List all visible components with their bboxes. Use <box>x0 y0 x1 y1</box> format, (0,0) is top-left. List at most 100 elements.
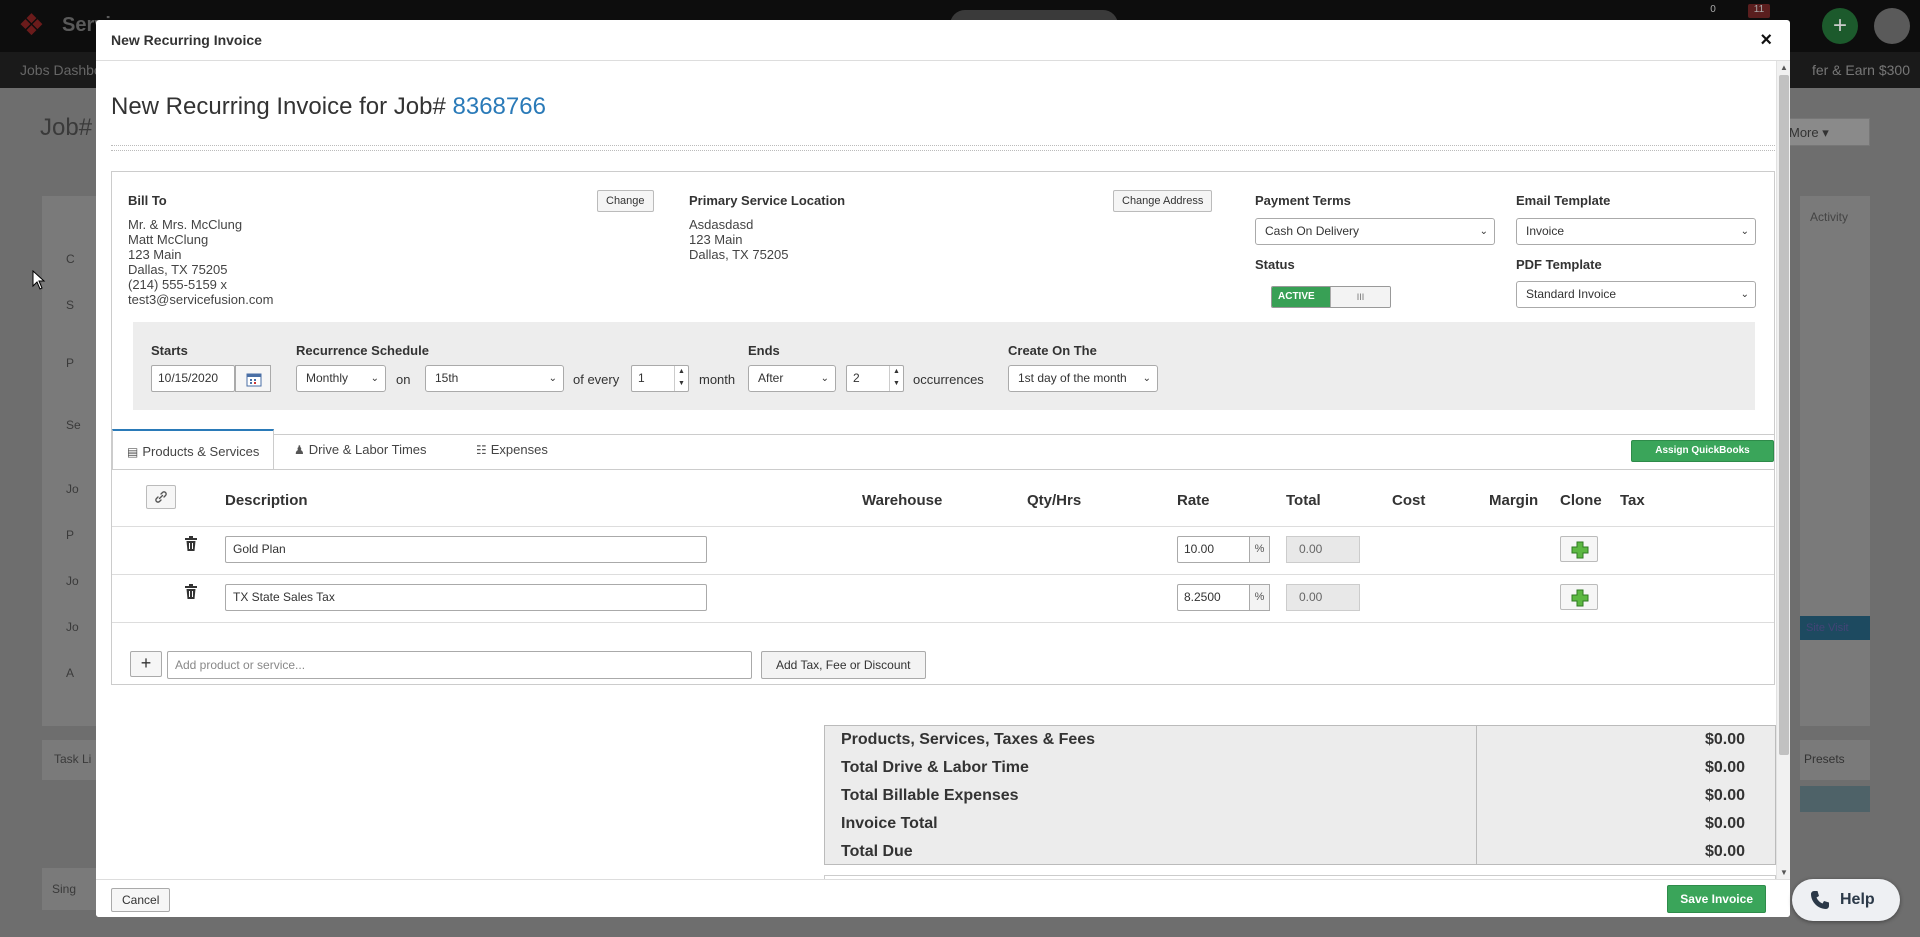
close-icon[interactable]: × <box>1760 29 1772 52</box>
interval-stepper[interactable]: ▲ ▼ <box>674 366 688 391</box>
avatar <box>1874 8 1910 44</box>
tab-products-services[interactable]: ▤ Products & Services <box>112 429 275 469</box>
rate-input[interactable]: 10.00 <box>1177 536 1250 563</box>
help-button[interactable]: Help <box>1792 879 1900 921</box>
cart-icon: ☷ <box>476 443 487 457</box>
side-item: P <box>66 356 75 370</box>
interval-input[interactable]: 1 ▲ ▼ <box>631 365 689 392</box>
calendar-icon <box>246 373 262 387</box>
of-every-text: of every <box>573 372 620 387</box>
clone-button[interactable] <box>1560 584 1598 610</box>
job-page-title: Job# <box>40 114 93 141</box>
create-on-select[interactable]: 1st day of the month ⌄ <box>1008 365 1158 392</box>
occurrences-input[interactable]: 2 ▲ ▼ <box>846 365 904 392</box>
column-clone: Clone <box>1560 492 1602 509</box>
rate-input[interactable]: 8.2500 <box>1177 584 1250 611</box>
description-input[interactable]: Gold Plan <box>225 536 707 563</box>
totals-label: Total Due <box>841 843 913 860</box>
service-location-label: Primary Service Location <box>689 193 846 208</box>
side-item: S <box>66 298 75 312</box>
chevron-down-icon: ⌄ <box>1479 226 1488 237</box>
change-bill-to-button[interactable]: Change <box>597 190 654 212</box>
modal-header: New Recurring Invoice × <box>96 20 1790 61</box>
link-button[interactable] <box>146 485 176 509</box>
toggle-knob: III <box>1330 287 1390 307</box>
totals-divider <box>1476 726 1477 864</box>
new-recurring-invoice-modal: New Recurring Invoice × New Recurring In… <box>96 20 1790 917</box>
add-product-input[interactable]: Add product or service... <box>167 651 752 679</box>
phone-icon <box>1811 891 1829 909</box>
starts-label: Starts <box>151 343 188 358</box>
save-invoice-button[interactable]: Save Invoice <box>1667 885 1766 913</box>
column-rate: Rate <box>1177 492 1210 509</box>
pdf-template-select[interactable]: Standard Invoice ⌄ <box>1516 281 1756 308</box>
service-location-address: Asdasdasd 123 Main Dallas, TX 75205 <box>689 217 789 262</box>
modal-body: New Recurring Invoice for Job# 8368766 B… <box>96 61 1790 879</box>
add-line-plus-button[interactable]: + <box>130 651 162 677</box>
column-margin: Margin <box>1489 492 1539 509</box>
clipboard-icon: ▤ <box>127 445 139 459</box>
row-divider <box>112 526 1774 527</box>
tab-expenses[interactable]: ☷ Expenses <box>462 429 562 469</box>
totals-value: $0.00 <box>1704 815 1745 832</box>
totals-value: $0.00 <box>1704 731 1745 748</box>
chevron-down-icon: ⌄ <box>1142 373 1151 384</box>
status-label: Status <box>1255 257 1295 272</box>
page-title: New Recurring Invoice for Job# 8368766 <box>111 93 546 120</box>
job-number-link[interactable]: 8368766 <box>453 93 546 120</box>
divider <box>111 145 1775 151</box>
presets-bar <box>1800 786 1870 812</box>
scroll-up-icon[interactable]: ▲ <box>1780 63 1788 72</box>
column-tax: Tax <box>1620 492 1645 509</box>
trash-icon[interactable] <box>184 536 198 552</box>
description-input[interactable]: TX State Sales Tax <box>225 584 707 611</box>
tab-drive-labor-times[interactable]: ♟ Drive & Labor Times <box>280 429 441 469</box>
chevron-down-icon: ⌄ <box>1740 289 1749 300</box>
start-date-input[interactable]: 10/15/2020 <box>151 365 235 392</box>
email-template-select[interactable]: Invoice ⌄ <box>1516 218 1756 245</box>
calendar-button[interactable] <box>235 365 271 392</box>
totals-label: Invoice Total <box>841 815 938 832</box>
logo-icon: ❖ <box>18 9 45 42</box>
side-item: Se <box>66 418 81 432</box>
ends-select[interactable]: After ⌄ <box>748 365 836 392</box>
month-text: month <box>699 372 736 387</box>
add-tax-fee-discount-button[interactable]: Add Tax, Fee or Discount <box>761 651 926 679</box>
users-icon: ♟ <box>294 443 305 457</box>
cancel-button[interactable]: Cancel <box>111 888 171 912</box>
column-qty-hrs: Qty/Hrs <box>1027 492 1082 509</box>
clone-button[interactable] <box>1560 536 1598 562</box>
scroll-thumb[interactable] <box>1779 75 1789 755</box>
presets-panel: Presets <box>1800 740 1870 780</box>
occurrences-stepper[interactable]: ▲ ▼ <box>889 366 903 391</box>
site-visit-button: Site Visit <box>1800 616 1870 640</box>
ends-label: Ends <box>748 343 780 358</box>
activity-panel <box>1800 196 1870 726</box>
totals-value: $0.00 <box>1704 759 1745 776</box>
on-text: on <box>396 372 411 387</box>
row-divider <box>112 574 1774 575</box>
side-item: Jo <box>66 620 79 634</box>
email-template-label: Email Template <box>1516 193 1611 208</box>
column-warehouse: Warehouse <box>862 492 943 509</box>
activity-label: Activity <box>1810 210 1849 224</box>
payment-terms-select[interactable]: Cash On Delivery ⌄ <box>1255 218 1495 245</box>
trash-icon[interactable] <box>184 584 198 600</box>
day-select[interactable]: 15th ⌄ <box>425 365 564 392</box>
row-divider <box>112 622 1774 623</box>
chevron-down-icon: ⌄ <box>370 373 379 384</box>
scroll-down-icon[interactable]: ▼ <box>1780 868 1788 877</box>
change-address-button[interactable]: Change Address <box>1113 190 1213 212</box>
recurrence-schedule-panel: Starts 10/15/2020 Recurrence Schedule Mo… <box>133 322 1755 410</box>
frequency-select[interactable]: Monthly ⌄ <box>296 365 386 392</box>
status-active-label: ACTIVE <box>1272 287 1330 307</box>
modal-footer: Cancel Save Invoice <box>96 879 1790 917</box>
total-field: 0.00 <box>1286 584 1360 611</box>
assign-quickbooks-classes-button[interactable]: Assign QuickBooks Classes <box>1631 440 1774 476</box>
side-item: Jo <box>66 574 79 588</box>
totals-value: $0.00 <box>1704 843 1745 860</box>
modal-scrollbar[interactable]: ▲ ▼ <box>1776 61 1790 879</box>
pdf-template-label: PDF Template <box>1516 257 1602 272</box>
link-icon <box>155 491 167 503</box>
status-toggle[interactable]: ACTIVE III <box>1271 286 1391 308</box>
